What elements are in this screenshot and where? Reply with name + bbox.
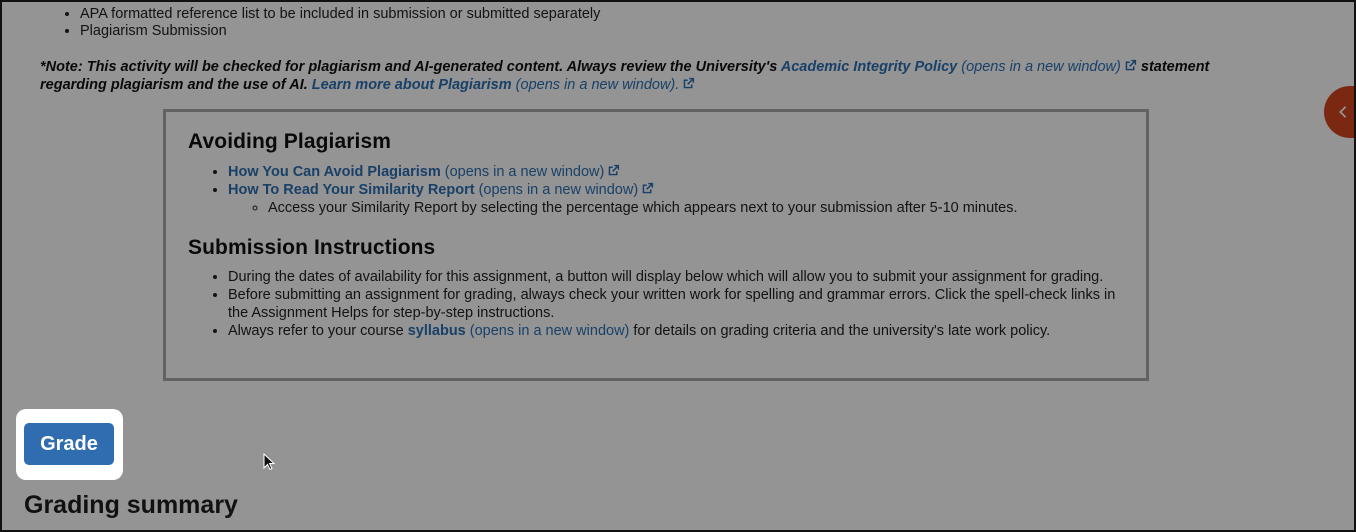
list-item: How You Can Avoid Plagiarism (opens in a… (228, 163, 1124, 181)
similarity-report-link[interactable]: How To Read Your Similarity Report (open… (228, 182, 654, 198)
grade-button[interactable]: Grade (24, 423, 114, 465)
avoiding-list: How You Can Avoid Plagiarism (opens in a… (228, 163, 1124, 217)
list-item: Plagiarism Submission (80, 23, 600, 40)
learn-more-plagiarism-link[interactable]: Learn more about Plagiarism (opens in a … (312, 77, 696, 93)
chevron-left-icon (1339, 106, 1347, 118)
submission-instructions-heading: Submission Instructions (188, 236, 436, 259)
academic-integrity-policy-link[interactable]: Academic Integrity Policy (opens in a ne… (781, 59, 1137, 75)
mouse-pointer-icon (263, 453, 275, 471)
external-link-icon (609, 164, 620, 176)
avoid-plagiarism-link[interactable]: How You Can Avoid Plagiarism (opens in a… (228, 164, 620, 180)
side-panel-toggle[interactable] (1324, 86, 1354, 138)
list-item: During the dates of availability for thi… (228, 268, 1124, 286)
external-link-icon (642, 182, 654, 194)
submission-list: During the dates of availability for thi… (228, 268, 1124, 340)
list-item: Always refer to your course syllabus (op… (228, 322, 1124, 340)
similarity-sublist: Access your Similarity Report by selecti… (268, 199, 1124, 217)
list-item: Access your Similarity Report by selecti… (268, 199, 1124, 217)
submission-section: Submission Instructions During the dates… (188, 236, 1124, 340)
list-item: Before submitting an assignment for grad… (228, 286, 1124, 322)
page-frame: APA formatted reference list to be inclu… (0, 0, 1356, 532)
external-link-icon (684, 77, 695, 89)
external-link-icon (1125, 59, 1136, 71)
syllabus-link[interactable]: syllabus (opens in a new window) (408, 323, 630, 339)
avoiding-plagiarism-heading: Avoiding Plagiarism (188, 130, 391, 153)
list-item: APA formatted reference list to be inclu… (80, 6, 600, 23)
list-item: How To Read Your Similarity Report (open… (228, 181, 1124, 217)
plagiarism-info-box: Avoiding Plagiarism How You Can Avoid Pl… (163, 109, 1149, 381)
grading-summary-title: Grading summary (24, 491, 238, 519)
requirements-list: APA formatted reference list to be inclu… (58, 6, 600, 40)
plagiarism-note: *Note: This activity will be checked for… (40, 58, 1240, 94)
note-prefix: *Note: This activity will be checked for… (40, 59, 781, 75)
